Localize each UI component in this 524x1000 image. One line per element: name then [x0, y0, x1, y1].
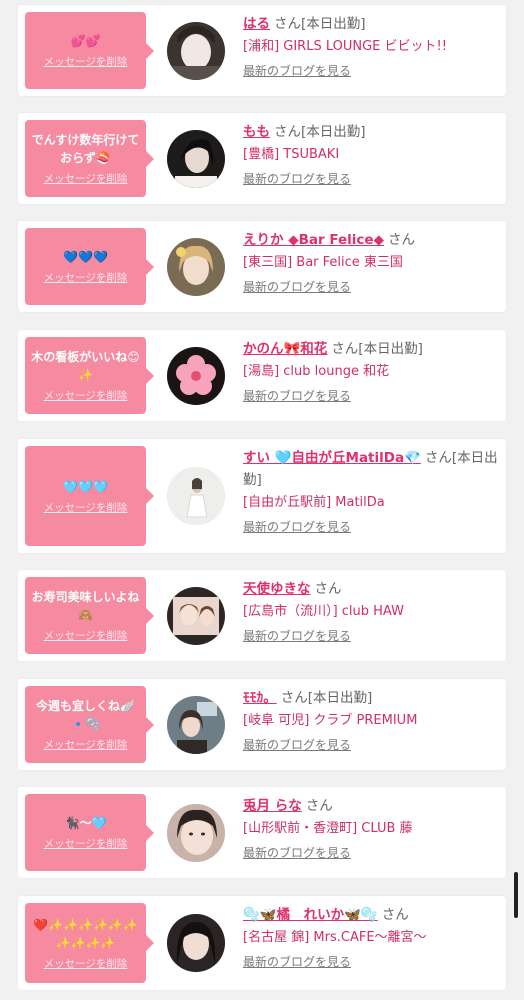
- message-text: お寿司美味しいよね🙈: [31, 590, 140, 622]
- latest-blog-link[interactable]: 最新のブログを見る: [243, 388, 351, 404]
- portrait-face-photo-icon: [167, 22, 225, 80]
- message-bubble: ❤️✨✨✨✨✨✨✨✨✨✨ メッセージを削除: [25, 903, 154, 983]
- name-suffix: さん: [314, 581, 342, 597]
- latest-blog-link[interactable]: 最新のブログを見る: [243, 737, 351, 753]
- avatar[interactable]: [167, 238, 225, 296]
- shop-name: [自由が丘駅前] MatilDa: [243, 495, 385, 510]
- cast-name-link[interactable]: もも: [243, 124, 270, 140]
- name-suffix: さん[本日出勤]: [331, 341, 423, 357]
- delete-message-link[interactable]: メッセージを削除: [44, 502, 128, 515]
- cast-info: えりか ◆Bar Felice◆ さん [東三国] Bar Felice 東三国 …: [243, 229, 501, 295]
- latest-blog-link[interactable]: 最新のブログを見る: [243, 171, 351, 187]
- portrait-dark-photo-icon: [167, 130, 225, 188]
- cast-name-link[interactable]: すい 🩵自由が丘MatilDa💎: [243, 450, 421, 466]
- cast-info: 兎月 らな さん [山形駅前・香澄町] CLUB 藤 最新のブログを見る: [243, 795, 501, 861]
- avatar[interactable]: [167, 914, 225, 972]
- latest-blog-link[interactable]: 最新のブログを見る: [243, 519, 351, 535]
- cast-name-link[interactable]: はる: [243, 16, 270, 32]
- latest-blog-link[interactable]: 最新のブログを見る: [243, 63, 351, 79]
- message-text: でんすけ数年行けておらず🍣: [31, 133, 140, 165]
- delete-message-link[interactable]: メッセージを削除: [44, 958, 128, 971]
- name-suffix: さん[本日出勤]: [274, 124, 366, 140]
- message-bubble: 木の看板がいいね😊✨ メッセージを削除: [25, 337, 154, 414]
- list-item: 🩵🩵🩵 メッセージを削除 すい 🩵自由が丘MatilDa💎 さん[本日出勤] [自…: [18, 439, 506, 553]
- name-suffix: さん: [305, 798, 333, 814]
- scrollbar[interactable]: [514, 872, 518, 918]
- cast-info: 🫧🦋橘 れいか🦋🫧 さん [名古屋 錦] Mrs.CAFE〜離宮〜 最新のブログを…: [243, 904, 501, 970]
- message-text: 💙💙💙: [63, 250, 108, 264]
- list-item: ❤️✨✨✨✨✨✨✨✨✨✨ メッセージを削除 🫧🦋橘 れいか🦋🫧 さん [名古屋 錦…: [18, 896, 506, 990]
- delete-message-link[interactable]: メッセージを削除: [44, 838, 128, 851]
- name-suffix: さん[本日出勤]: [280, 690, 373, 706]
- message-bubble: 💙💙💙 メッセージを削除: [25, 228, 154, 305]
- list-item: 🐈‍⬛〜🩵 メッセージを削除 兎月 らな さん [山形駅前・香澄町] CLUB 藤…: [18, 787, 506, 878]
- list-item: 💙💙💙 メッセージを削除 えりか ◆Bar Felice◆ さん [東三国] Ba…: [18, 221, 506, 312]
- portrait-dark-hair-photo-icon: [167, 914, 225, 972]
- shop-name: [豊橋] TSUBAKI: [243, 147, 340, 162]
- avatar[interactable]: [167, 347, 225, 405]
- avatar[interactable]: [167, 22, 225, 80]
- message-text: 🩵🩵🩵: [63, 479, 108, 494]
- shop-name: [山形駅前・香澄町] CLUB 藤: [243, 821, 413, 836]
- message-text: 今週も宜しくね🪽🔹🫧: [36, 699, 135, 731]
- message-bubble: 今週も宜しくね🪽🔹🫧 メッセージを削除: [25, 686, 154, 763]
- delete-message-link[interactable]: メッセージを削除: [44, 390, 128, 403]
- delete-message-link[interactable]: メッセージを削除: [44, 272, 128, 285]
- name-suffix: さん: [381, 907, 409, 923]
- list-item: お寿司美味しいよね🙈 メッセージを削除 天使ゆきな さん [広島市（流川）] cl…: [18, 570, 506, 661]
- latest-blog-link[interactable]: 最新のブログを見る: [243, 845, 351, 861]
- avatar[interactable]: [167, 696, 225, 754]
- cast-name-link[interactable]: 🫧🦋橘 れいか🦋🫧: [243, 907, 378, 923]
- shop-name: [湯島] club lounge 和花: [243, 364, 390, 379]
- cast-info: はる さん[本日出勤] [浦和] GIRLS LOUNGE ビビット!! 最新のブ…: [243, 13, 501, 79]
- cast-name-link[interactable]: ﾓﾓｶ。: [243, 690, 277, 706]
- delete-message-link[interactable]: メッセージを削除: [44, 739, 128, 752]
- name-suffix: さん: [387, 232, 415, 248]
- message-text: 💕💕: [70, 34, 101, 48]
- cast-info: ﾓﾓｶ。 さん[本日出勤] [岐阜 可児] クラブ PREMIUM 最新のブログを…: [243, 687, 501, 753]
- cast-name-link[interactable]: かのん🎀和花: [243, 341, 327, 357]
- message-bubble: でんすけ数年行けておらず🍣 メッセージを削除: [25, 120, 154, 197]
- name-suffix: さん[本日出勤]: [274, 16, 366, 32]
- cast-info: かのん🎀和花 さん[本日出勤] [湯島] club lounge 和花 最新のブロ…: [243, 338, 501, 404]
- latest-blog-link[interactable]: 最新のブログを見る: [243, 628, 351, 644]
- shop-name: [浦和] GIRLS LOUNGE ビビット!!: [243, 39, 447, 54]
- portrait-white-dress-photo-icon: [167, 467, 225, 525]
- delete-message-link[interactable]: メッセージを削除: [44, 56, 128, 69]
- cast-name-link[interactable]: えりか ◆Bar Felice◆: [243, 232, 384, 248]
- avatar[interactable]: [167, 587, 225, 645]
- latest-blog-link[interactable]: 最新のブログを見る: [243, 279, 351, 295]
- message-text: 🐈‍⬛〜🩵: [64, 816, 107, 830]
- portrait-blonde-photo-icon: [167, 238, 225, 296]
- cast-info: すい 🩵自由が丘MatilDa💎 さん[本日出勤] [自由が丘駅前] MatilD…: [243, 447, 501, 535]
- cast-info: 天使ゆきな さん [広島市（流川）] club HAW 最新のブログを見る: [243, 578, 501, 644]
- list-item: 木の看板がいいね😊✨ メッセージを削除 かのん🎀和花 さん[本日出勤] [湯島] …: [18, 330, 506, 421]
- list-item: でんすけ数年行けておらず🍣 メッセージを削除 もも さん[本日出勤] [豊橋] T…: [18, 113, 506, 204]
- message-bubble: お寿司美味しいよね🙈 メッセージを削除: [25, 577, 154, 654]
- cast-name-link[interactable]: 兎月 らな: [243, 798, 302, 814]
- portrait-closeup-photo-icon: [167, 804, 225, 862]
- message-bubble: 🩵🩵🩵 メッセージを削除: [25, 446, 154, 546]
- portrait-street-photo-icon: [167, 696, 225, 754]
- shop-name: [広島市（流川）] club HAW: [243, 604, 404, 619]
- avatar[interactable]: [167, 467, 225, 525]
- list-item: 💕💕 メッセージを削除 はる さん[本日出勤] [浦和] GIRLS LOUNGE…: [18, 5, 506, 96]
- pink-flower-icon: [167, 347, 225, 405]
- avatar[interactable]: [167, 804, 225, 862]
- cast-info: もも さん[本日出勤] [豊橋] TSUBAKI 最新のブログを見る: [243, 121, 501, 187]
- message-text: ❤️✨✨✨✨✨✨✨✨✨✨: [33, 917, 138, 950]
- cast-name-link[interactable]: 天使ゆきな: [243, 581, 311, 597]
- latest-blog-link[interactable]: 最新のブログを見る: [243, 954, 351, 970]
- shop-name: [名古屋 錦] Mrs.CAFE〜離宮〜: [243, 930, 427, 945]
- delete-message-link[interactable]: メッセージを削除: [44, 630, 128, 643]
- shop-name: [岐阜 可児] クラブ PREMIUM: [243, 713, 418, 728]
- message-text: 木の看板がいいね😊✨: [31, 350, 140, 382]
- shop-name: [東三国] Bar Felice 東三国: [243, 255, 403, 270]
- portrait-collage-photo-icon: [167, 587, 225, 645]
- delete-message-link[interactable]: メッセージを削除: [44, 173, 128, 186]
- message-bubble: 🐈‍⬛〜🩵 メッセージを削除: [25, 794, 154, 871]
- avatar[interactable]: [167, 130, 225, 188]
- list-item: 今週も宜しくね🪽🔹🫧 メッセージを削除 ﾓﾓｶ。 さん[本日出勤] [岐阜 可児]…: [18, 679, 506, 770]
- message-bubble: 💕💕 メッセージを削除: [25, 12, 154, 89]
